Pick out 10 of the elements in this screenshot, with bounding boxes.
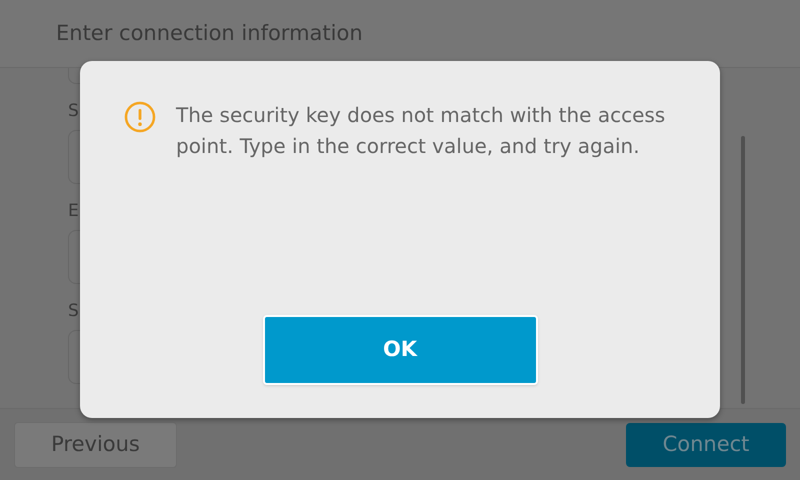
ok-button[interactable]: OK (262, 315, 538, 385)
field-label: S (68, 100, 79, 122)
previous-button[interactable]: Previous (14, 422, 177, 468)
scrollbar[interactable] (741, 136, 745, 404)
warning-icon (124, 101, 156, 133)
page-title: Enter connection information (56, 20, 363, 47)
connect-button[interactable]: Connect (626, 422, 786, 466)
alert-message: The security key does not match with the access point. Type in the correct value, and try again. (176, 102, 666, 160)
field-label: S (68, 300, 79, 322)
field-label: E (68, 200, 79, 222)
